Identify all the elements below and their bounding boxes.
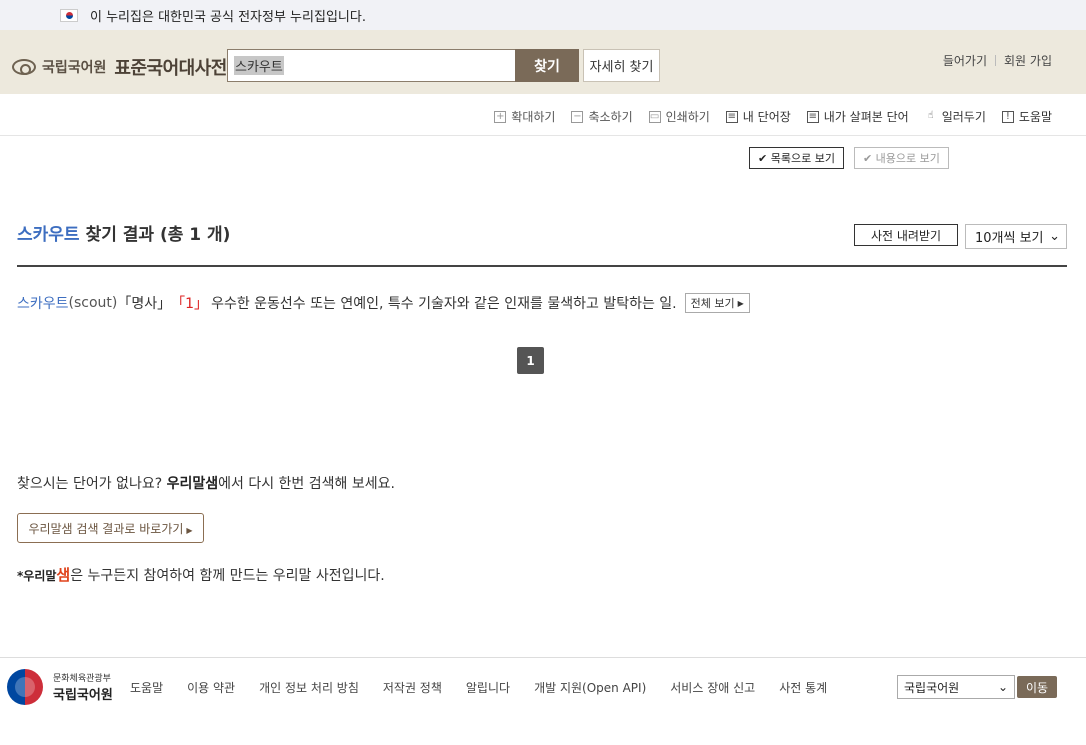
viewed-words-button[interactable]: ≡ 내가 살펴본 단어: [806, 108, 909, 125]
go-button[interactable]: 이동: [1017, 676, 1057, 698]
notify-label: 일러두기: [941, 110, 986, 124]
gov-banner-text: 이 누리집은 대한민국 공식 전자정부 누리집입니다.: [90, 9, 366, 25]
footer-link-help[interactable]: 도움말: [130, 679, 163, 696]
footer-link-report[interactable]: 서비스 장애 신고: [670, 679, 755, 696]
toolbar: + 확대하기 − 축소하기 ▭ 인쇄하기 ≡ 내 단어장 ≡ 내가 살펴본 단어 ☝ 일러두…: [0, 94, 1086, 136]
exclamation-icon: !: [1001, 110, 1014, 123]
result-divider: [17, 265, 1067, 267]
logo-icon: [12, 59, 36, 75]
content-view-label: 내용으로 보기: [875, 152, 940, 165]
logo-title: 표준국어대사전: [114, 58, 227, 79]
per-page-select[interactable]: 10개씩 보기 ⌄: [965, 224, 1067, 249]
result-sense-number: 「1」: [171, 296, 209, 312]
note-text: 은 누구든지 참여하여 함께 만드는 우리말 사전입니다.: [70, 567, 385, 584]
footer-link-stats[interactable]: 사전 통계: [779, 679, 827, 696]
chevron-down-icon: ⌄: [997, 680, 1008, 694]
search-button[interactable]: 찾기: [515, 49, 579, 82]
korean-flag-icon: [60, 8, 78, 22]
footer-logo[interactable]: 문화체육관광부 국립국어원: [7, 669, 113, 705]
urimalsaem-brand: *우리말샘: [17, 564, 70, 585]
suggest-text: 찾으시는 단어가 없나요? 우리말샘에서 다시 한번 검색해 보세요.: [17, 473, 395, 493]
suggest-brand: 우리말샘: [166, 476, 219, 492]
family-site-value: 국립국어원: [904, 680, 960, 695]
my-words-button[interactable]: ≡ 내 단어장: [725, 108, 791, 125]
search-input[interactable]: 스카우트: [234, 56, 284, 75]
document-icon: ≡: [806, 110, 819, 123]
printer-icon: ▭: [648, 110, 661, 123]
footer-link-privacy[interactable]: 개인 정보 처리 방침: [259, 679, 359, 696]
footer: 문화체육관광부 국립국어원 도움말 이용 약관 개인 정보 처리 방침 저작권 …: [0, 657, 1086, 745]
show-all-button[interactable]: 전체 보기 ▶: [684, 293, 750, 313]
viewed-words-label: 내가 살펴본 단어: [823, 110, 909, 124]
check-icon: ✔: [758, 151, 771, 165]
content-view-button[interactable]: ✔ 내용으로 보기: [853, 147, 949, 169]
my-words-label: 내 단어장: [742, 110, 791, 124]
footer-link-notice[interactable]: 알립니다: [466, 679, 510, 696]
view-toggle: ✔ 목록으로 보기 ✔ 내용으로 보기: [749, 147, 949, 169]
chevron-right-icon: ▶: [186, 525, 193, 535]
search-box[interactable]: 스카우트: [227, 49, 517, 82]
help-label: 도움말: [1018, 110, 1052, 124]
check-icon: ✔: [862, 151, 876, 165]
plus-icon: +: [494, 110, 507, 123]
suggest-prefix: 찾으시는 단어가 없나요?: [17, 476, 163, 492]
zoom-out-button[interactable]: − 축소하기: [571, 108, 633, 125]
notify-button[interactable]: ☝ 일러두기: [925, 108, 986, 125]
minus-icon: −: [571, 110, 584, 123]
brand-part-a: 우리말: [23, 569, 57, 583]
brand-part-b: 샘: [56, 566, 71, 584]
result-item: 스카우트 (scout) 「명사」 「1」 우수한 운동선수 또는 연예인, 특…: [17, 293, 750, 313]
notebook-icon: ≡: [725, 110, 738, 123]
download-dictionary-button[interactable]: 사전 내려받기: [854, 224, 958, 246]
chevron-right-icon: ▶: [737, 298, 744, 308]
advanced-search-button[interactable]: 자세히 찾기: [583, 49, 660, 82]
show-all-label: 전체 보기: [690, 297, 735, 310]
page-1[interactable]: 1: [517, 347, 544, 374]
signup-link[interactable]: 회원 가입: [1004, 52, 1052, 69]
logo-org: 국립국어원: [42, 60, 107, 76]
footer-ministry: 문화체육관광부: [53, 674, 111, 684]
footer-links: 도움말 이용 약관 개인 정보 처리 방침 저작권 정책 알립니다 개발 지원(…: [130, 679, 827, 696]
result-title: 스카우트 찾기 결과 (총 1 개): [17, 220, 230, 245]
footer-link-copyright[interactable]: 저작권 정책: [383, 679, 442, 696]
result-count: 찾기 결과 (총 1 개): [85, 225, 231, 245]
family-site-select[interactable]: 국립국어원 ⌄: [897, 675, 1015, 699]
result-definition: 우수한 운동선수 또는 연예인, 특수 기술자와 같은 인재를 물색하고 발탁하…: [211, 296, 677, 312]
urimalsaem-note: *우리말샘 은 누구든지 참여하여 함께 만드는 우리말 사전입니다.: [17, 564, 385, 585]
chevron-down-icon: ⌄: [1049, 229, 1060, 244]
divider: [995, 55, 997, 66]
zoom-in-label: 확대하기: [511, 110, 556, 124]
header: 국립국어원 표준국어대사전 스카우트 찾기 자세히 찾기 들어가기 회원 가입: [0, 30, 1086, 94]
print-button[interactable]: ▭ 인쇄하기: [648, 108, 710, 125]
account-links: 들어가기 회원 가입: [943, 52, 1052, 69]
taegeuk-icon: [7, 669, 43, 705]
per-page-value: 10개씩 보기: [975, 231, 1044, 246]
gov-banner: 이 누리집은 대한민국 공식 전자정부 누리집입니다.: [0, 0, 1086, 30]
footer-link-api[interactable]: 개발 지원(Open API): [534, 679, 646, 696]
zoom-out-label: 축소하기: [588, 110, 633, 124]
login-link[interactable]: 들어가기: [943, 52, 987, 69]
result-word-link[interactable]: 스카우트: [17, 293, 69, 313]
footer-org: 국립국어원: [53, 688, 113, 703]
urimalsaem-search-label: 우리말샘 검색 결과로 바로가기: [28, 521, 184, 536]
hand-icon: ☝: [927, 109, 934, 121]
list-view-label: 목록으로 보기: [770, 152, 835, 165]
footer-link-terms[interactable]: 이용 약관: [187, 679, 235, 696]
zoom-in-button[interactable]: + 확대하기: [494, 108, 555, 125]
urimalsaem-search-button[interactable]: 우리말샘 검색 결과로 바로가기 ▶: [17, 513, 204, 543]
list-view-button[interactable]: ✔ 목록으로 보기: [749, 147, 844, 169]
result-pos: 「명사」: [117, 296, 172, 312]
help-button[interactable]: ! 도움말: [1001, 108, 1052, 125]
result-keyword: 스카우트: [17, 225, 80, 245]
site-logo[interactable]: 국립국어원 표준국어대사전: [12, 54, 227, 80]
suggest-suffix: 에서 다시 한번 검색해 보세요.: [218, 476, 395, 492]
print-label: 인쇄하기: [665, 110, 710, 124]
result-origin: (scout): [68, 295, 118, 311]
